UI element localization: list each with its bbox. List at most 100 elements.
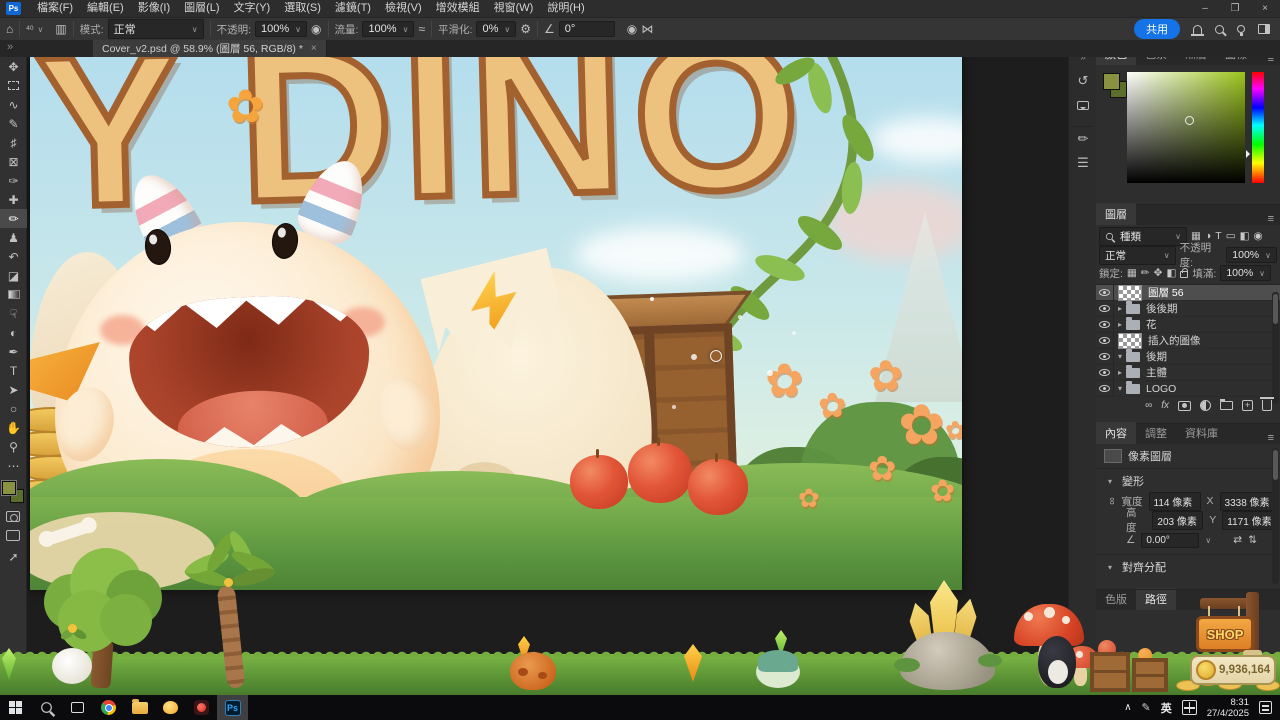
section-expand-icon[interactable]: ▾ [1104, 477, 1116, 486]
coin-counter[interactable]: 9,936,164 [1190, 655, 1276, 685]
layer-name[interactable]: 圖層 56 [1148, 285, 1184, 300]
section-expand-icon[interactable]: ▾ [1104, 563, 1116, 572]
discover-icon[interactable] [1237, 25, 1245, 33]
brush-tool[interactable]: ✏ [0, 209, 27, 228]
lock-transparency-icon[interactable]: ▦ [1127, 267, 1137, 279]
taskbar-explorer[interactable] [124, 695, 155, 720]
dodge-tool[interactable]: ◐ [0, 323, 27, 342]
frame-tool[interactable]: ⊠ [0, 152, 27, 171]
menu-window[interactable]: 視窗(W) [487, 0, 541, 17]
layer-name[interactable]: 後後期 [1146, 301, 1178, 316]
menu-plugins[interactable]: 增效模組 [429, 0, 487, 17]
blend-mode-select[interactable]: 正常∨ [108, 19, 204, 39]
x-input[interactable]: 3338 像素 [1220, 492, 1276, 511]
history-brush-tool[interactable]: ↶ [0, 247, 27, 266]
layer-fill-select[interactable]: 100%∨ [1220, 265, 1271, 281]
layer-group-row[interactable]: ▸ 後後期 [1096, 301, 1280, 317]
hue-slider-arrow[interactable] [1246, 150, 1254, 158]
pen-tool[interactable]: ✒ [0, 342, 27, 361]
notifications-bell-icon[interactable] [1193, 25, 1202, 34]
expand-icon[interactable]: ▸ [1114, 304, 1126, 313]
more-tools[interactable]: ⋯ [0, 456, 27, 475]
color-swatches[interactable] [2, 481, 24, 503]
taskbar-recorder-app[interactable] [186, 695, 217, 720]
marquee-tool[interactable] [0, 76, 27, 95]
scrollbar-thumb[interactable] [1273, 450, 1278, 480]
toolbar-collapse-icon[interactable]: » [7, 41, 13, 53]
lasso-tool[interactable]: ∿ [0, 95, 27, 114]
scrollbar-thumb[interactable] [1273, 294, 1278, 324]
quick-selection-tool[interactable]: ✎ [0, 114, 27, 133]
menu-file[interactable]: 檔案(F) [30, 0, 80, 17]
link-layers-icon[interactable]: ∞ [1145, 400, 1152, 411]
menu-select[interactable]: 選取(S) [277, 0, 328, 17]
filter-toggle-icon[interactable]: ◉ [1254, 230, 1263, 242]
clone-stamp-tool[interactable]: ♟ [0, 228, 27, 247]
menu-help[interactable]: 說明(H) [540, 0, 591, 17]
eyedropper-tool[interactable]: ✑ [0, 171, 27, 190]
ime-mode-icon[interactable] [1182, 700, 1197, 715]
start-button[interactable] [0, 695, 31, 720]
lock-artboard-icon[interactable]: ◧ [1166, 267, 1176, 279]
delete-layer-icon[interactable] [1262, 400, 1272, 411]
filter-smart-object-icon[interactable]: ◧ [1240, 230, 1250, 242]
foreground-color-swatch[interactable] [2, 481, 16, 495]
share-button[interactable]: 共用 [1134, 19, 1180, 39]
symmetry-icon[interactable]: ⋈ [641, 22, 653, 36]
smoothing-select[interactable]: 0%∨ [476, 21, 516, 37]
shape-tool[interactable]: ○ [0, 399, 27, 418]
minimize-button[interactable]: – [1190, 0, 1220, 17]
brushes-panel-icon[interactable]: ☰ [1069, 151, 1097, 175]
lock-position-icon[interactable]: ✥ [1154, 267, 1163, 279]
new-layer-icon[interactable]: + [1242, 400, 1253, 411]
tab-adjustments[interactable]: 調整 [1136, 422, 1176, 444]
visibility-toggle[interactable] [1096, 301, 1114, 317]
layer-thumbnail[interactable] [1118, 285, 1142, 301]
screen-mode-button[interactable] [6, 530, 20, 541]
layers-scrollbar[interactable] [1272, 292, 1279, 404]
tab-paths[interactable]: 路徑 [1136, 588, 1176, 610]
healing-brush-tool[interactable]: ✚ [0, 190, 27, 209]
expand-icon[interactable]: ▸ [1114, 320, 1126, 329]
menu-edit[interactable]: 編輯(E) [80, 0, 131, 17]
panel-menu-icon[interactable]: ≡ [1262, 213, 1280, 225]
comments-panel-icon[interactable] [1069, 93, 1097, 117]
path-select-tool[interactable]: ➤ [0, 380, 27, 399]
color-picker-ring[interactable] [1185, 116, 1194, 125]
overlay-pet-white[interactable] [50, 624, 96, 688]
toolbar-share-icon[interactable]: ➚ [0, 547, 27, 566]
airbrush-toggle-icon[interactable]: ◉ [627, 22, 637, 36]
layer-group-row[interactable]: ▸ 主體 [1096, 365, 1280, 381]
search-icon[interactable] [1215, 25, 1224, 34]
overlay-crates[interactable] [1090, 644, 1170, 694]
color-field[interactable] [1127, 72, 1245, 183]
layer-group-row[interactable]: ▾ 後期 [1096, 349, 1280, 365]
menu-layer[interactable]: 圖層(L) [177, 0, 226, 17]
taskbar-photoshop[interactable]: Ps [217, 695, 248, 720]
pressure-opacity-icon[interactable]: ◉ [311, 22, 321, 36]
lock-pixels-icon[interactable]: ✏ [1141, 267, 1150, 279]
layer-name[interactable]: 插入的圖像 [1148, 333, 1201, 348]
visibility-toggle[interactable] [1096, 333, 1114, 349]
workspace-switcher-icon[interactable] [1258, 24, 1270, 34]
visibility-toggle[interactable] [1096, 285, 1114, 301]
shop-sign-board[interactable]: SHOP [1196, 616, 1254, 652]
panel-menu-icon[interactable]: ≡ [1262, 432, 1280, 444]
action-center-icon[interactable] [1259, 701, 1272, 714]
tab-layers[interactable]: 圖層 [1096, 203, 1136, 225]
restore-button[interactable]: ❐ [1220, 0, 1250, 17]
layer-name[interactable]: 主體 [1146, 365, 1167, 380]
close-button[interactable]: × [1250, 0, 1280, 17]
tray-expand-icon[interactable]: ∧ [1124, 702, 1131, 713]
overlay-crystal-rock[interactable] [900, 580, 995, 692]
overlay-palm-tree[interactable] [182, 548, 277, 690]
layer-opacity-select[interactable]: 100%∨ [1226, 247, 1277, 263]
properties-scrollbar[interactable] [1272, 448, 1279, 584]
width-input[interactable]: 114 像素 [1149, 492, 1201, 511]
flow-select[interactable]: 100%∨ [362, 21, 414, 37]
taskbar-pet-app[interactable] [155, 695, 186, 720]
visibility-toggle[interactable] [1096, 317, 1114, 333]
hand-tool[interactable]: ✋ [0, 418, 27, 437]
move-tool[interactable]: ✥ [0, 57, 27, 76]
overlay-pet-teal[interactable] [756, 650, 800, 688]
